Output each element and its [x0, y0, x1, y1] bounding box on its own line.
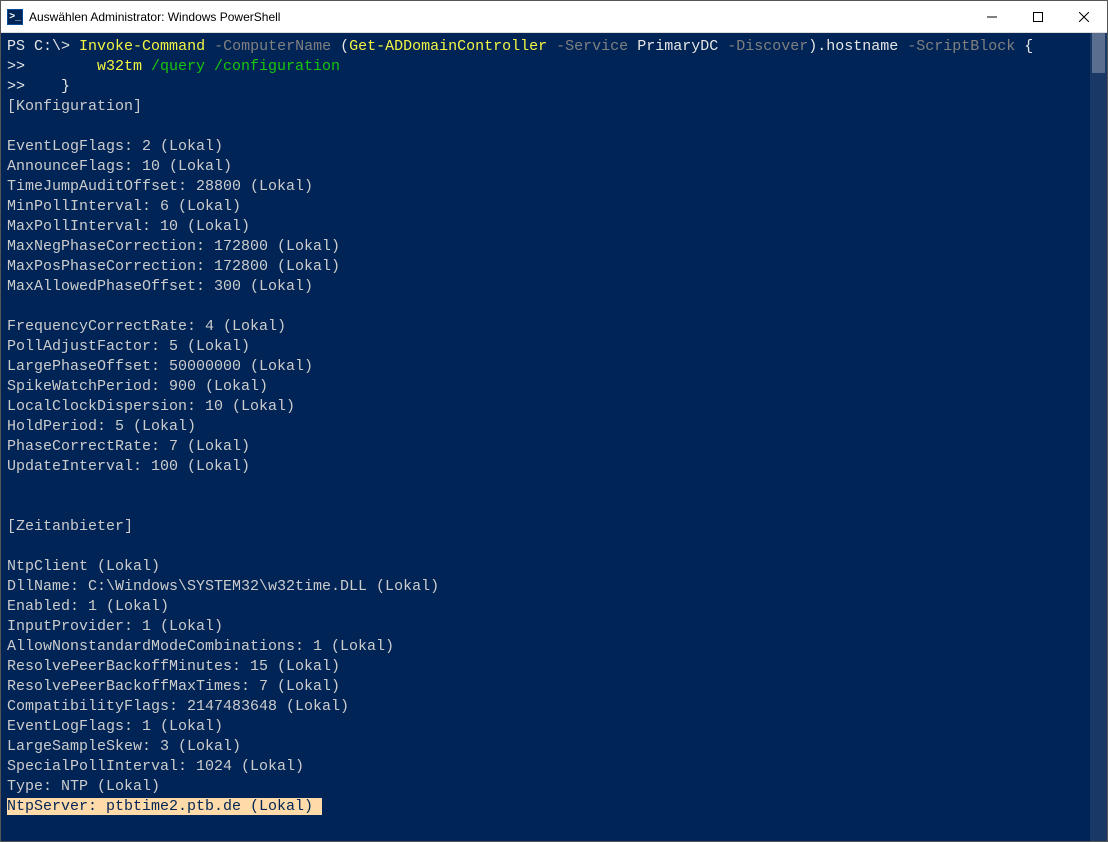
output-line: LargeSampleSkew: 3 (Lokal) — [7, 737, 1090, 757]
output-line: UpdateInterval: 100 (Lokal) — [7, 457, 1090, 477]
output-line: TimeJumpAuditOffset: 28800 (Lokal) — [7, 177, 1090, 197]
output-line: [Konfiguration] — [7, 97, 1090, 117]
output-line — [7, 117, 1090, 137]
output-line: MaxPollInterval: 10 (Lokal) — [7, 217, 1090, 237]
output-line: ResolvePeerBackoffMaxTimes: 7 (Lokal) — [7, 677, 1090, 697]
output-line: PhaseCorrectRate: 7 (Lokal) — [7, 437, 1090, 457]
output-line: EventLogFlags: 2 (Lokal) — [7, 137, 1090, 157]
output-line: FrequencyCorrectRate: 4 (Lokal) — [7, 317, 1090, 337]
output-line: CompatibilityFlags: 2147483648 (Lokal) — [7, 697, 1090, 717]
output-line: AnnounceFlags: 10 (Lokal) — [7, 157, 1090, 177]
output-line: MaxAllowedPhaseOffset: 300 (Lokal) — [7, 277, 1090, 297]
output-line: MinPollInterval: 6 (Lokal) — [7, 197, 1090, 217]
output-line — [7, 477, 1090, 497]
minimize-button[interactable] — [969, 1, 1015, 32]
command-line-1: PS C:\> Invoke-Command -ComputerName (Ge… — [7, 37, 1090, 57]
terminal-area: PS C:\> Invoke-Command -ComputerName (Ge… — [1, 33, 1107, 841]
output-line: LargePhaseOffset: 50000000 (Lokal) — [7, 357, 1090, 377]
terminal-output[interactable]: PS C:\> Invoke-Command -ComputerName (Ge… — [1, 33, 1090, 841]
maximize-button[interactable] — [1015, 1, 1061, 32]
output-line: PollAdjustFactor: 5 (Lokal) — [7, 337, 1090, 357]
output-line: DllName: C:\Windows\SYSTEM32\w32time.DLL… — [7, 577, 1090, 597]
output-line: InputProvider: 1 (Lokal) — [7, 617, 1090, 637]
output-line: SpikeWatchPeriod: 900 (Lokal) — [7, 377, 1090, 397]
output-line: AllowNonstandardModeCombinations: 1 (Lok… — [7, 637, 1090, 657]
command-line-3: >> } — [7, 77, 1090, 97]
output-line: Enabled: 1 (Lokal) — [7, 597, 1090, 617]
output-line: ResolvePeerBackoffMinutes: 15 (Lokal) — [7, 657, 1090, 677]
selected-text[interactable]: NtpServer: ptbtime2.ptb.de (Lokal) — [7, 798, 322, 815]
vertical-scrollbar[interactable] — [1090, 33, 1107, 841]
output-line: [Zeitanbieter] — [7, 517, 1090, 537]
powershell-icon: >_ — [7, 9, 23, 25]
output-line: Type: NTP (Lokal) — [7, 777, 1090, 797]
command-line-2: >> w32tm /query /configuration — [7, 57, 1090, 77]
output-line: MaxNegPhaseCorrection: 172800 (Lokal) — [7, 237, 1090, 257]
output-line: LocalClockDispersion: 10 (Lokal) — [7, 397, 1090, 417]
output-line: NtpClient (Lokal) — [7, 557, 1090, 577]
output-line: HoldPeriod: 5 (Lokal) — [7, 417, 1090, 437]
window-title: Auswählen Administrator: Windows PowerSh… — [29, 10, 969, 24]
output-line — [7, 537, 1090, 557]
scrollbar-thumb[interactable] — [1092, 33, 1105, 73]
window-controls — [969, 1, 1107, 32]
titlebar[interactable]: >_ Auswählen Administrator: Windows Powe… — [1, 1, 1107, 33]
output-line: EventLogFlags: 1 (Lokal) — [7, 717, 1090, 737]
output-highlighted-line: NtpServer: ptbtime2.ptb.de (Lokal) — [7, 797, 1090, 817]
output-line — [7, 297, 1090, 317]
powershell-window: >_ Auswählen Administrator: Windows Powe… — [0, 0, 1108, 842]
close-button[interactable] — [1061, 1, 1107, 32]
output-line — [7, 497, 1090, 517]
output-line: SpecialPollInterval: 1024 (Lokal) — [7, 757, 1090, 777]
output-line: MaxPosPhaseCorrection: 172800 (Lokal) — [7, 257, 1090, 277]
